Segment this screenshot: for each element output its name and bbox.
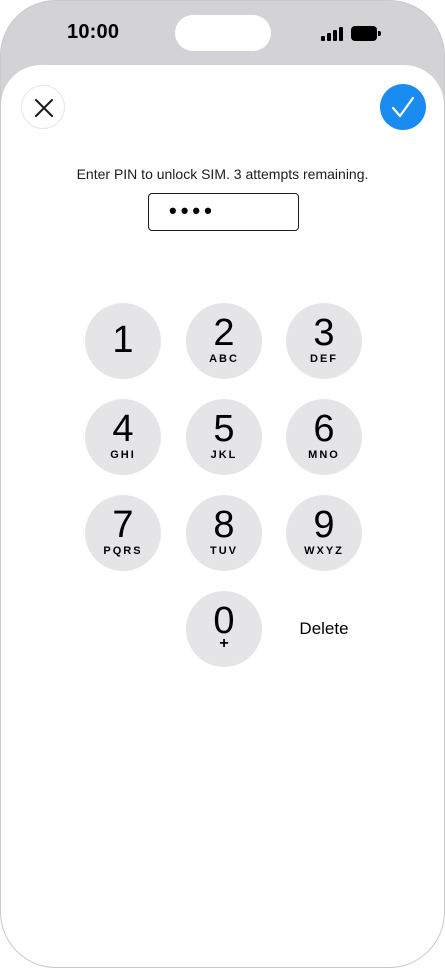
key-7[interactable]: 7 PQRS: [85, 495, 161, 571]
key-letters: PQRS: [103, 545, 143, 557]
cellular-signal-icon: [321, 27, 343, 41]
key-digit: 7: [112, 504, 134, 546]
dynamic-island: [175, 15, 271, 51]
key-letters: MNO: [308, 449, 340, 461]
key-1[interactable]: 1: [85, 303, 161, 379]
key-6[interactable]: 6 MNO: [286, 399, 362, 475]
delete-button[interactable]: Delete: [286, 591, 362, 667]
key-digit: 1: [112, 319, 134, 361]
key-letters: GHI: [110, 449, 136, 461]
key-letters: WXYZ: [304, 545, 344, 557]
key-letters: JKL: [210, 449, 238, 461]
key-4[interactable]: 4 GHI: [85, 399, 161, 475]
key-plus: +: [219, 635, 229, 652]
phone-frame: 10:00 Enter PIN to unlock SIM. 3 attempt…: [0, 0, 445, 968]
key-letters: DEF: [310, 353, 338, 365]
key-8[interactable]: 8 TUV: [186, 495, 262, 571]
status-bar: 10:00: [1, 1, 444, 65]
key-digit: 3: [313, 312, 335, 354]
key-digit: 9: [313, 504, 335, 546]
pin-prompt: Enter PIN to unlock SIM. 3 attempts rema…: [76, 166, 369, 182]
key-letters: ABC: [209, 353, 239, 365]
close-button[interactable]: [21, 85, 65, 129]
confirm-button[interactable]: [380, 84, 426, 130]
battery-full-icon: [351, 26, 381, 41]
close-icon: [35, 99, 53, 117]
checkmark-icon: [391, 96, 415, 118]
key-9[interactable]: 9 WXYZ: [286, 495, 362, 571]
key-digit: 8: [213, 504, 235, 546]
key-5[interactable]: 5 JKL: [186, 399, 262, 475]
key-3[interactable]: 3 DEF: [286, 303, 362, 379]
key-digit: 5: [213, 408, 235, 450]
key-digit: 4: [112, 408, 134, 450]
pin-sheet: Enter PIN to unlock SIM. 3 attempts rema…: [1, 65, 444, 967]
status-time: 10:00: [67, 21, 120, 43]
key-2[interactable]: 2 ABC: [186, 303, 262, 379]
key-digit: 2: [213, 312, 235, 354]
key-letters: TUV: [210, 545, 238, 557]
key-0[interactable]: 0 +: [186, 591, 262, 667]
key-digit: 6: [313, 408, 335, 450]
pin-input[interactable]: ••••: [148, 193, 299, 231]
